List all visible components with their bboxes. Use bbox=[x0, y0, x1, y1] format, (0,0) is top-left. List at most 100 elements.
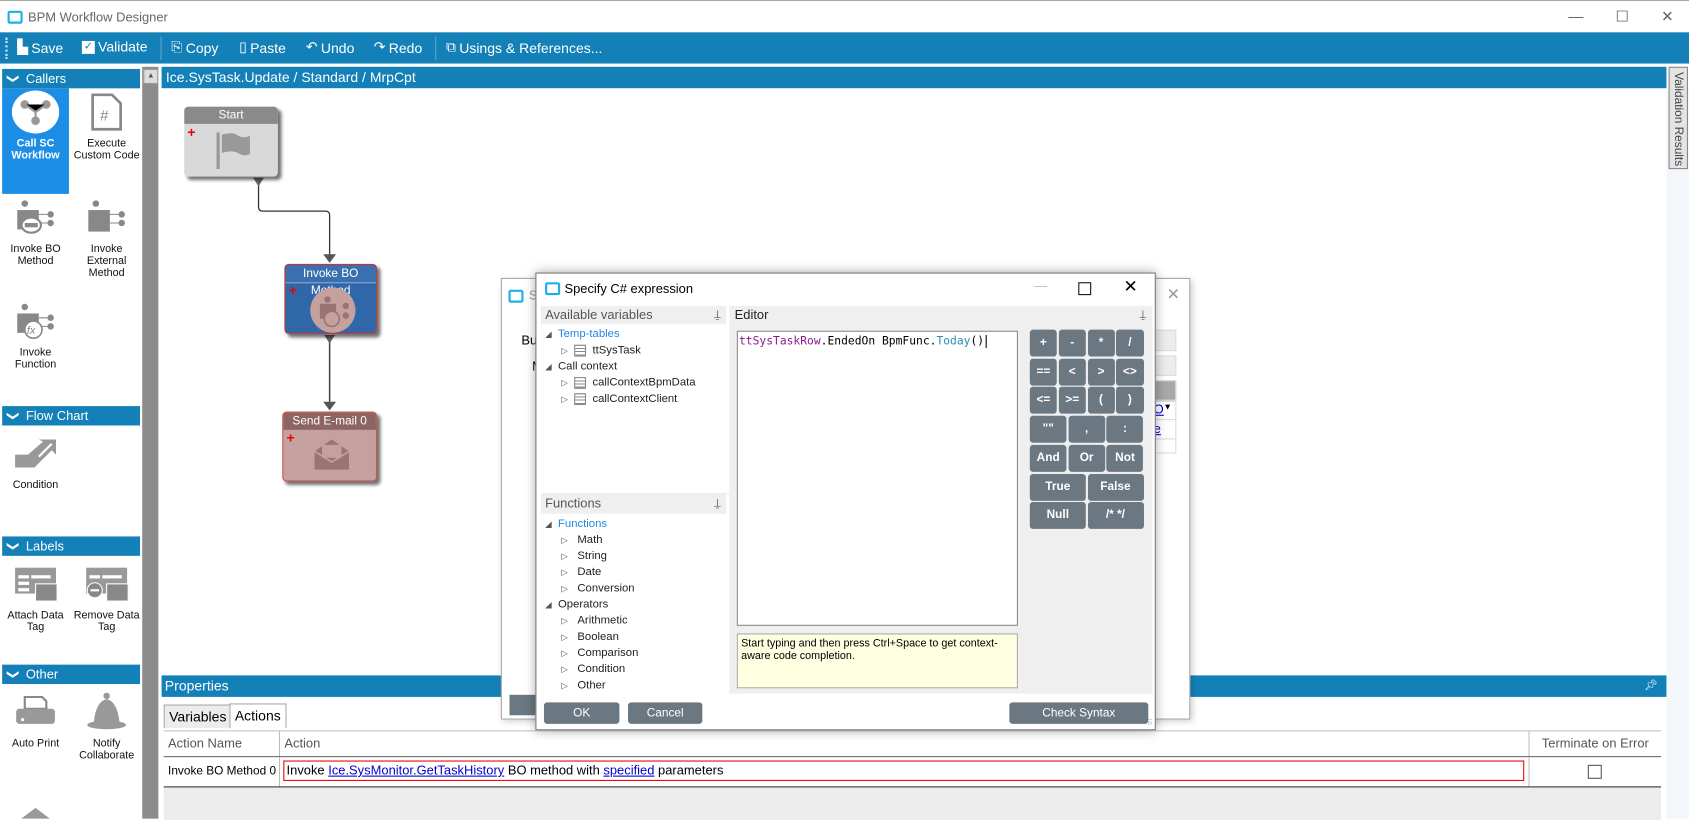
operator-button-op0-3[interactable]: / bbox=[1116, 329, 1144, 357]
collapsed-arrow-icon[interactable]: ▷ bbox=[561, 629, 568, 645]
tool-remove-data-tag[interactable]: Remove Data Tag bbox=[73, 560, 140, 633]
close-button[interactable]: ✕ bbox=[1651, 5, 1683, 27]
operator-button-op1-2[interactable]: > bbox=[1087, 358, 1115, 386]
section-callers[interactable]: ❯ Callers bbox=[2, 68, 141, 89]
add-icon[interactable]: + bbox=[287, 431, 295, 445]
ok-button[interactable]: OK bbox=[543, 702, 620, 724]
tool-attach-data-tag[interactable]: Attach Data Tag bbox=[2, 560, 69, 633]
scroll-up-icon[interactable]: ▲ bbox=[143, 68, 159, 85]
operator-button-op1-0[interactable]: == bbox=[1029, 358, 1058, 386]
collapsed-arrow-icon[interactable]: ▷ bbox=[561, 532, 568, 548]
operator-button-op0-0[interactable]: + bbox=[1029, 329, 1058, 357]
operator-button-op2-3[interactable]: ) bbox=[1116, 387, 1144, 415]
operator-button-not[interactable]: Not bbox=[1106, 444, 1144, 472]
maximize-button[interactable] bbox=[1078, 282, 1092, 296]
add-icon[interactable]: + bbox=[289, 283, 297, 297]
collapsed-arrow-icon[interactable]: ▷ bbox=[561, 581, 568, 597]
parameters-link[interactable]: specified bbox=[603, 763, 654, 778]
validation-results-tab[interactable]: Validation Results bbox=[1668, 66, 1688, 170]
collapsed-arrow-icon[interactable]: ▷ bbox=[561, 661, 568, 677]
save-button[interactable]: ▙ Save bbox=[17, 39, 63, 56]
tab-actions[interactable]: Actions bbox=[229, 703, 287, 729]
expanded-arrow-icon[interactable]: ◢ bbox=[545, 359, 552, 375]
operator-button-or[interactable]: Or bbox=[1068, 444, 1106, 472]
collapsed-arrow-icon[interactable]: ▷ bbox=[561, 613, 568, 629]
tool-condition[interactable]: Condition bbox=[2, 430, 69, 491]
toolbar-grip[interactable] bbox=[5, 37, 9, 60]
tool-notify-collaborate[interactable]: Notify Collaborate bbox=[73, 688, 140, 762]
tool-invoke-bo-method[interactable]: Invoke BO Method bbox=[2, 194, 69, 267]
pin-icon[interactable]: ⍊ bbox=[1140, 306, 1146, 324]
action-name-cell[interactable]: Invoke BO Method 0 bbox=[163, 757, 281, 787]
validate-button[interactable]: ✓ Validate bbox=[81, 39, 148, 55]
collapsed-arrow-icon[interactable]: ▷ bbox=[561, 548, 568, 564]
collapsed-arrow-icon[interactable]: ▷ bbox=[561, 678, 568, 694]
paste-button[interactable]: ▯ Paste bbox=[239, 39, 286, 56]
operator-button-true[interactable]: True bbox=[1029, 473, 1086, 501]
collapsed-arrow-icon[interactable]: ▷ bbox=[561, 343, 568, 359]
expanded-arrow-icon[interactable]: ◢ bbox=[545, 597, 552, 613]
sidebar-scrollbar[interactable]: ▲ bbox=[142, 66, 159, 819]
operator-button-op0-1[interactable]: - bbox=[1058, 329, 1086, 357]
column-header-action[interactable]: Action bbox=[280, 731, 1530, 757]
operator-button-op1-3[interactable]: <> bbox=[1116, 358, 1144, 386]
tool-invoke-external-method[interactable]: Invoke External Method bbox=[73, 194, 140, 279]
section-other[interactable]: ❯ Other bbox=[2, 664, 141, 685]
operator-button-op3-1[interactable]: , bbox=[1068, 415, 1106, 443]
add-icon[interactable]: + bbox=[187, 125, 195, 139]
arrow-head bbox=[323, 254, 337, 263]
pin-icon[interactable]: ⍊ bbox=[714, 494, 720, 512]
column-header-terminate-on-error[interactable]: Terminate on Error bbox=[1529, 731, 1662, 757]
dropdown-arrow-icon[interactable]: ▼ bbox=[1163, 402, 1172, 412]
expanded-arrow-icon[interactable]: ◢ bbox=[545, 326, 552, 342]
collapsed-arrow-icon[interactable]: ▷ bbox=[561, 375, 568, 391]
node-start[interactable]: Start + bbox=[184, 106, 278, 177]
operator-button-op3-2[interactable]: : bbox=[1106, 415, 1144, 443]
operator-button-op2-0[interactable]: <= bbox=[1029, 387, 1058, 415]
action-cell[interactable]: Invoke Ice.SysMonitor.GetTaskHistory BO … bbox=[280, 757, 1530, 787]
expanded-arrow-icon[interactable]: ◢ bbox=[545, 516, 552, 532]
tool-auto-print[interactable]: Auto Print bbox=[2, 688, 69, 750]
code-editor[interactable]: ttSysTaskRow.EndedOn BpmFunc.Today() bbox=[736, 330, 1018, 626]
redo-button[interactable]: ↷ Redo bbox=[374, 39, 422, 56]
section-flow-chart[interactable]: ❯ Flow Chart bbox=[2, 406, 141, 426]
tool-call-sc-workflow[interactable]: Call SC Workflow bbox=[2, 88, 69, 194]
usings-references-button[interactable]: ⧉ Usings & References... bbox=[446, 39, 602, 56]
operator-button-op1-1[interactable]: < bbox=[1058, 358, 1086, 386]
operator-button-op3-0[interactable]: "" bbox=[1029, 415, 1067, 443]
tab-variables[interactable]: Variables bbox=[163, 704, 232, 729]
resize-grip-icon[interactable]: ⠿ bbox=[1147, 718, 1153, 728]
operator-button-op2-1[interactable]: >= bbox=[1058, 387, 1086, 415]
pin-icon[interactable]: 📌︎ bbox=[1644, 675, 1658, 697]
bo-method-link[interactable]: Ice.SysMonitor.GetTaskHistory bbox=[328, 763, 504, 778]
tool-label: Execute Custom Code bbox=[73, 137, 140, 162]
close-button[interactable]: ✕ bbox=[1124, 276, 1138, 298]
node-invoke-bo-method[interactable]: Invoke BO Method + bbox=[284, 263, 378, 334]
section-labels[interactable]: ❯ Labels bbox=[2, 536, 141, 556]
maximize-button[interactable]: ☐ bbox=[1606, 5, 1638, 27]
terminate-on-error-checkbox[interactable] bbox=[1587, 764, 1602, 779]
collapsed-arrow-icon[interactable]: ▷ bbox=[561, 645, 568, 661]
operator-button-and[interactable]: And bbox=[1029, 444, 1067, 472]
close-icon[interactable]: ✕ bbox=[1167, 284, 1181, 303]
tool-execute-custom-code[interactable]: # Execute Custom Code bbox=[73, 88, 140, 162]
operator-button-null[interactable]: Null bbox=[1029, 502, 1086, 530]
cancel-button[interactable]: Cancel bbox=[628, 702, 703, 724]
operator-button-false[interactable]: False bbox=[1087, 473, 1144, 501]
column-header-action-name[interactable]: Action Name bbox=[163, 731, 281, 757]
collapsed-arrow-icon[interactable]: ▷ bbox=[561, 391, 568, 407]
operator-button-op6-1[interactable]: /* */ bbox=[1087, 502, 1144, 530]
app-icon bbox=[545, 282, 561, 296]
tool-partial[interactable] bbox=[2, 806, 69, 819]
collapsed-arrow-icon[interactable]: ▷ bbox=[561, 564, 568, 580]
node-send-email[interactable]: Send E-mail 0 + bbox=[282, 411, 378, 482]
pin-icon[interactable]: ⍊ bbox=[714, 306, 720, 324]
minimize-button[interactable]: — bbox=[1034, 278, 1047, 293]
check-syntax-button[interactable]: Check Syntax bbox=[1009, 702, 1149, 724]
undo-button[interactable]: ↶ Undo bbox=[306, 39, 354, 56]
tool-invoke-function[interactable]: fx Invoke Function bbox=[2, 297, 69, 371]
operator-button-op2-2[interactable]: ( bbox=[1087, 387, 1115, 415]
minimize-button[interactable]: — bbox=[1560, 5, 1592, 27]
operator-button-op0-2[interactable]: * bbox=[1087, 329, 1115, 357]
copy-button[interactable]: ⎘ Copy bbox=[171, 39, 218, 56]
